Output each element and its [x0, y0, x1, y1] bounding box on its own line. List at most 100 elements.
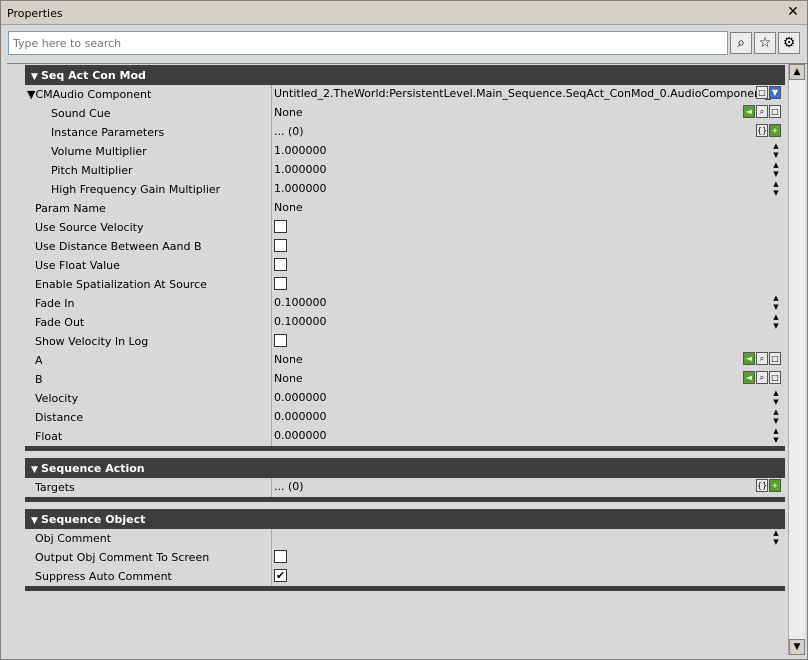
row-value[interactable]: 1.000000: [274, 182, 327, 195]
row-velocity[interactable]: Velocity 0.000000 ▲ ▼: [25, 389, 785, 408]
scroll-up-icon[interactable]: ▲: [789, 64, 805, 80]
row-value[interactable]: None: [274, 372, 303, 385]
row-value[interactable]: 1.000000: [274, 144, 327, 157]
scroll-down-icon[interactable]: ▼: [789, 639, 805, 655]
row-use-float-value[interactable]: Use Float Value: [25, 256, 785, 275]
search-icon[interactable]: ⌕: [730, 32, 752, 54]
clear-icon[interactable]: □: [769, 371, 781, 384]
add-item-icon[interactable]: +: [769, 124, 781, 137]
search-input[interactable]: [9, 32, 727, 54]
row-hf-gain[interactable]: High Frequency Gain Multiplier 1.000000 …: [25, 180, 785, 199]
spin-up-icon[interactable]: ▲: [771, 180, 781, 189]
browse-icon[interactable]: ⌕: [756, 105, 768, 118]
row-value[interactable]: 0.000000: [274, 391, 327, 404]
row-show-velocity[interactable]: Show Velocity In Log: [25, 332, 785, 351]
collapse-triangle-icon[interactable]: ▼: [31, 72, 41, 82]
row-enable-spatialization[interactable]: Enable Spatialization At Source: [25, 275, 785, 294]
empty-array-icon[interactable]: {}: [756, 479, 768, 492]
spin-down-icon[interactable]: ▼: [771, 170, 781, 179]
spinner[interactable]: ▲ ▼: [771, 408, 781, 427]
row-sound-cue[interactable]: Sound Cue None ◄ ⌕ □: [25, 104, 785, 123]
spinner[interactable]: ▲ ▼: [771, 142, 781, 161]
row-use-source-velocity[interactable]: Use Source Velocity: [25, 218, 785, 237]
use-selected-icon[interactable]: ◄: [743, 371, 755, 384]
spin-down-icon[interactable]: ▼: [771, 398, 781, 407]
row-fade-in[interactable]: Fade In 0.100000 ▲ ▼: [25, 294, 785, 313]
collapse-triangle-icon[interactable]: ▼: [31, 516, 41, 526]
checkbox[interactable]: [274, 258, 287, 271]
row-value[interactable]: None: [274, 353, 303, 366]
row-use-distance[interactable]: Use Distance Between Aand B: [25, 237, 785, 256]
row-value[interactable]: 0.100000: [274, 296, 327, 309]
spinner[interactable]: ▲ ▼: [771, 427, 781, 446]
browse-icon[interactable]: ⌕: [756, 352, 768, 365]
spinner[interactable]: ▲ ▼: [771, 313, 781, 332]
row-value[interactable]: 0.000000: [274, 410, 327, 423]
row-value[interactable]: 0.000000: [274, 429, 327, 442]
row-value[interactable]: ... (0): [274, 125, 304, 138]
spin-up-icon[interactable]: ▲: [771, 313, 781, 322]
spin-up-icon[interactable]: ▲: [771, 161, 781, 170]
spin-up-icon[interactable]: ▲: [771, 389, 781, 398]
section-header[interactable]: ▼ Seq Act Con Mod: [25, 65, 785, 85]
row-targets[interactable]: Targets ... (0) {} +: [25, 478, 785, 497]
spin-down-icon[interactable]: ▼: [771, 322, 781, 331]
row-obj-comment[interactable]: Obj Comment ▲ ▼: [25, 529, 785, 548]
row-output-comment[interactable]: Output Obj Comment To Screen: [25, 548, 785, 567]
row-b[interactable]: B None ◄ ⌕ □: [25, 370, 785, 389]
spin-up-icon[interactable]: ▲: [771, 408, 781, 417]
star-icon[interactable]: ☆: [754, 32, 776, 54]
row-component[interactable]: ▼CMAudio Component Untitled_2.TheWorld:P…: [25, 85, 785, 104]
checkbox[interactable]: [274, 220, 287, 233]
clear-icon[interactable]: □: [769, 105, 781, 118]
row-distance[interactable]: Distance 0.000000 ▲ ▼: [25, 408, 785, 427]
vertical-scrollbar[interactable]: ▲ ▼: [788, 64, 805, 655]
row-suppress-auto-comment[interactable]: Suppress Auto Comment ✔: [25, 567, 785, 586]
spin-down-icon[interactable]: ▼: [771, 538, 781, 547]
row-instance-parameters[interactable]: Instance Parameters ... (0) {} +: [25, 123, 785, 142]
dropdown-icon[interactable]: ▼: [769, 86, 781, 99]
row-value[interactable]: 1.000000: [274, 163, 327, 176]
row-value[interactable]: ... (0): [274, 480, 304, 493]
spinner[interactable]: ▲ ▼: [771, 180, 781, 199]
collapse-triangle-icon[interactable]: ▼: [31, 465, 41, 475]
spin-down-icon[interactable]: ▼: [771, 189, 781, 198]
spin-up-icon[interactable]: ▲: [771, 294, 781, 303]
checkbox[interactable]: [274, 239, 287, 252]
row-value[interactable]: None: [274, 201, 303, 214]
row-param-name[interactable]: Param Name None: [25, 199, 785, 218]
spinner[interactable]: ▲ ▼: [771, 294, 781, 313]
spin-down-icon[interactable]: ▼: [771, 303, 781, 312]
row-value[interactable]: 0.100000: [274, 315, 327, 328]
spinner[interactable]: ▲ ▼: [771, 389, 781, 408]
use-selected-icon[interactable]: ◄: [743, 105, 755, 118]
checkbox-checked[interactable]: ✔: [274, 569, 287, 582]
empty-array-icon[interactable]: {}: [756, 124, 768, 137]
use-selected-icon[interactable]: ◄: [743, 352, 755, 365]
spin-up-icon[interactable]: ▲: [771, 529, 781, 538]
spinner[interactable]: ▲ ▼: [771, 161, 781, 180]
spin-down-icon[interactable]: ▼: [771, 417, 781, 426]
close-icon[interactable]: ✕: [785, 4, 801, 20]
checkbox[interactable]: [274, 334, 287, 347]
search-box[interactable]: [8, 31, 728, 55]
spin-up-icon[interactable]: ▲: [771, 427, 781, 436]
spin-down-icon[interactable]: ▼: [771, 436, 781, 445]
row-a[interactable]: A None ◄ ⌕ □: [25, 351, 785, 370]
checkbox[interactable]: [274, 277, 287, 290]
clear-icon[interactable]: □: [756, 86, 768, 99]
row-value[interactable]: Untitled_2.TheWorld:PersistentLevel.Main…: [274, 87, 778, 100]
row-float[interactable]: Float 0.000000 ▲ ▼: [25, 427, 785, 446]
wrench-icon[interactable]: ⚙: [778, 32, 800, 54]
row-volume-multiplier[interactable]: Volume Multiplier 1.000000 ▲ ▼: [25, 142, 785, 161]
spin-up-icon[interactable]: ▲: [771, 142, 781, 151]
checkbox[interactable]: [274, 550, 287, 563]
spin-down-icon[interactable]: ▼: [771, 151, 781, 160]
row-pitch-multiplier[interactable]: Pitch Multiplier 1.000000 ▲ ▼: [25, 161, 785, 180]
browse-icon[interactable]: ⌕: [756, 371, 768, 384]
row-fade-out[interactable]: Fade Out 0.100000 ▲ ▼: [25, 313, 785, 332]
spinner[interactable]: ▲ ▼: [771, 529, 781, 548]
clear-icon[interactable]: □: [769, 352, 781, 365]
row-value[interactable]: None: [274, 106, 303, 119]
add-item-icon[interactable]: +: [769, 479, 781, 492]
